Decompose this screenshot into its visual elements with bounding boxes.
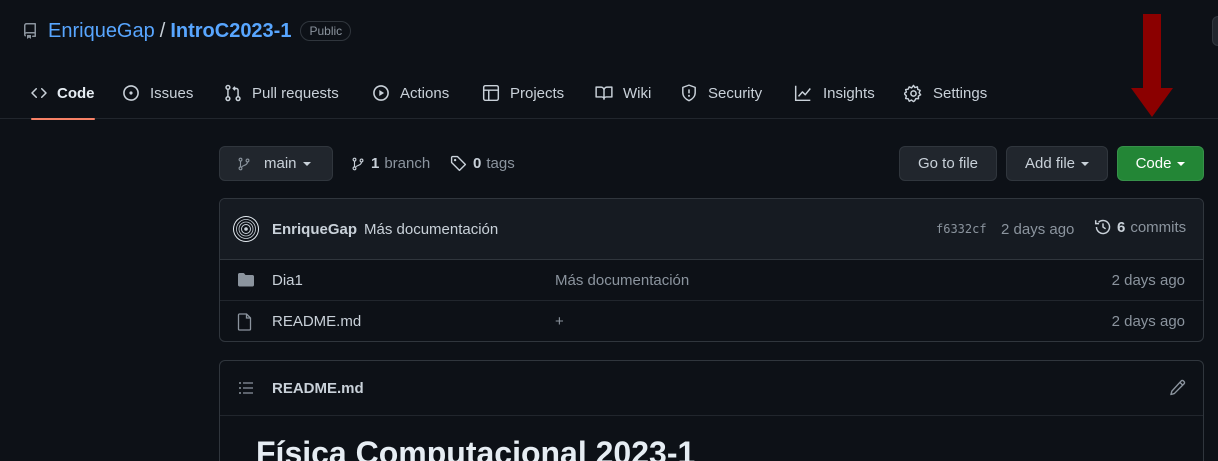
commit-date: 2 days ago xyxy=(1001,221,1075,238)
tab-insights-label: Insights xyxy=(823,84,875,102)
tags-link[interactable]: 0 tags xyxy=(450,146,515,181)
repo-owner-link[interactable]: EnriqueGap xyxy=(48,20,155,43)
tab-issues-label: Issues xyxy=(150,84,194,102)
tag-icon xyxy=(450,155,467,172)
annotation-arrow-icon xyxy=(1131,14,1173,117)
pencil-icon[interactable] xyxy=(1169,379,1186,396)
repo-name-link[interactable]: IntroC2023-1 xyxy=(170,20,291,43)
code-button-label: Code xyxy=(1135,155,1172,172)
file-commit-message-link[interactable]: Más documentación xyxy=(555,272,689,289)
tags-count: 0 xyxy=(473,155,482,172)
table-icon xyxy=(482,84,500,102)
add-file-label: Add file xyxy=(1024,155,1076,172)
code-button[interactable]: Code xyxy=(1117,146,1204,181)
tab-projects[interactable]: Projects xyxy=(482,67,564,119)
latest-commit-row: EnriqueGap Más documentación f6332cf 2 d… xyxy=(220,199,1203,260)
commit-sha-link[interactable]: f6332cf xyxy=(936,222,987,236)
folder-icon xyxy=(237,272,255,288)
book-icon xyxy=(595,86,613,100)
tab-pull-requests-label: Pull requests xyxy=(252,84,339,102)
avatar[interactable] xyxy=(233,216,259,242)
chevron-down-icon xyxy=(1177,161,1186,166)
tab-security[interactable]: Security xyxy=(680,67,762,119)
tab-actions-label: Actions xyxy=(400,84,450,102)
history-icon xyxy=(1094,219,1111,235)
chevron-down-icon xyxy=(1081,161,1090,166)
commit-author-link[interactable]: EnriqueGap xyxy=(272,221,357,238)
header-action-button[interactable] xyxy=(1212,16,1218,46)
tab-settings[interactable]: Settings xyxy=(904,67,987,119)
repo-nav-tabs: Code Issues Pull requests Actions Projec… xyxy=(0,67,1218,120)
tab-settings-label: Settings xyxy=(933,84,988,102)
tab-code-label: Code xyxy=(57,84,95,102)
commit-message-link[interactable]: Más documentación xyxy=(364,221,498,238)
commits-count: 6 xyxy=(1117,218,1126,236)
branch-name: main xyxy=(264,155,297,172)
branches-link[interactable]: 1 branch xyxy=(351,146,430,181)
git-branch-icon xyxy=(238,157,250,170)
branches-label: branch xyxy=(384,155,431,172)
file-date: 2 days ago xyxy=(1111,272,1185,289)
branch-select-button[interactable]: main xyxy=(219,146,333,181)
add-file-button[interactable]: Add file xyxy=(1006,146,1108,181)
chevron-down-icon xyxy=(302,161,311,166)
go-to-file-button[interactable]: Go to file xyxy=(899,146,997,181)
tab-pull-requests[interactable]: Pull requests xyxy=(224,67,339,119)
shield-icon xyxy=(682,84,696,102)
file-row[interactable]: README.md + 2 days ago xyxy=(220,301,1203,341)
readme-filename-link[interactable]: README.md xyxy=(272,380,364,397)
file-date: 2 days ago xyxy=(1111,313,1185,330)
commits-label: commits xyxy=(1130,218,1187,236)
file-commit-message-link[interactable]: + xyxy=(555,313,564,330)
git-pull-request-icon xyxy=(225,84,241,102)
issue-opened-icon xyxy=(123,85,139,101)
branches-count: 1 xyxy=(371,155,380,172)
file-name-link[interactable]: Dia1 xyxy=(272,272,303,289)
tags-label: tags xyxy=(486,155,515,172)
graph-icon xyxy=(794,85,811,102)
tab-code[interactable]: Code xyxy=(31,67,95,120)
tab-projects-label: Projects xyxy=(510,84,565,102)
visibility-badge: Public xyxy=(300,21,352,41)
readme-heading: Física Computacional 2023-1 xyxy=(256,435,696,461)
tab-issues[interactable]: Issues xyxy=(122,67,193,119)
tab-wiki[interactable]: Wiki xyxy=(595,67,651,119)
file-row[interactable]: Dia1 Más documentación 2 days ago xyxy=(220,260,1203,301)
readme-panel: README.md Física Computacional 2023-1 xyxy=(219,360,1204,461)
repo-icon xyxy=(22,23,38,39)
file-icon xyxy=(237,313,253,331)
tab-insights[interactable]: Insights xyxy=(793,67,875,119)
repo-header: EnriqueGap / IntroC2023-1 Public xyxy=(22,16,352,46)
file-name-link[interactable]: README.md xyxy=(272,313,361,330)
readme-header: README.md xyxy=(220,361,1203,416)
git-branch-icon xyxy=(352,157,364,170)
code-icon xyxy=(31,87,47,99)
commits-history-link[interactable]: 6 commits xyxy=(1094,218,1186,236)
path-separator: / xyxy=(159,19,166,42)
play-icon xyxy=(373,85,389,101)
list-unordered-icon[interactable] xyxy=(237,380,255,396)
file-list: EnriqueGap Más documentación f6332cf 2 d… xyxy=(219,198,1204,342)
tab-security-label: Security xyxy=(708,84,763,102)
tab-wiki-label: Wiki xyxy=(623,84,652,102)
tab-actions[interactable]: Actions xyxy=(372,67,449,119)
gear-icon xyxy=(904,84,922,102)
